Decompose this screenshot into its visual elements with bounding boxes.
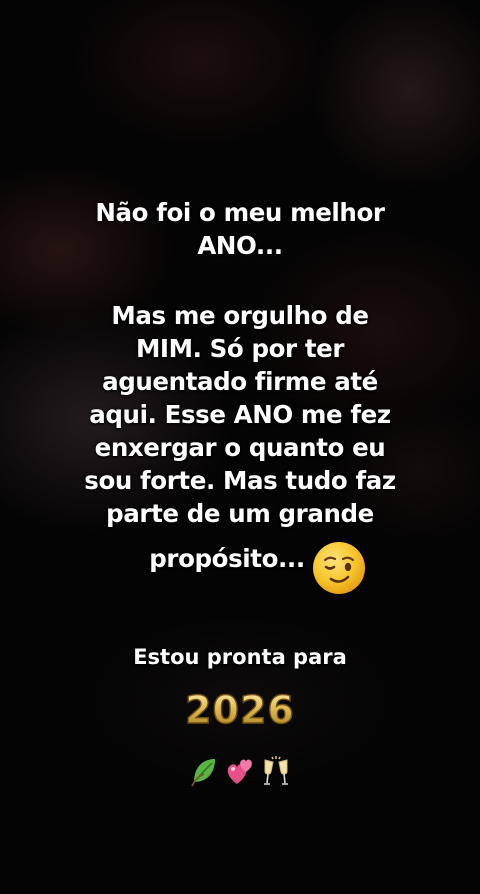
message-last-line-wrap: propósito... — [0, 530, 480, 594]
message-line: Estou pronta para — [133, 645, 347, 669]
closing-line: Estou pronta para — [0, 643, 480, 671]
message-intro: Não foi o meu melhor ANO... — [0, 196, 480, 262]
message-line: parte de um grande — [106, 499, 374, 528]
leaf-icon — [188, 754, 220, 788]
message-body: Mas me orgulho de MIM. Só por ter aguent… — [0, 299, 480, 594]
message-line: Mas me orgulho de — [111, 301, 369, 330]
message-line: MIM. Só por ter — [135, 334, 345, 363]
story-screen: Não foi o meu melhor ANO... Mas me orgul… — [0, 0, 480, 894]
year-label: 2026 — [185, 688, 295, 732]
message-line: propósito... — [149, 543, 305, 573]
clinking-glasses-icon — [260, 754, 292, 788]
message-line: sou forte. Mas tudo faz — [84, 466, 396, 495]
message-last-line: propósito... — [149, 530, 366, 594]
emoji-row — [0, 754, 480, 788]
message-line: enxergar o quanto eu — [94, 433, 386, 462]
message-line: ANO... — [197, 231, 283, 260]
year-balloon-text: 2026 — [184, 688, 295, 732]
message-line: aguentado firme até — [102, 367, 378, 396]
message-line: aqui. Esse ANO me fez — [89, 400, 391, 429]
two-hearts-icon — [224, 754, 256, 788]
message-line: Não foi o meu melhor — [95, 198, 385, 227]
year-balloons: 2026 — [0, 688, 480, 732]
winking-face-icon — [311, 540, 367, 596]
